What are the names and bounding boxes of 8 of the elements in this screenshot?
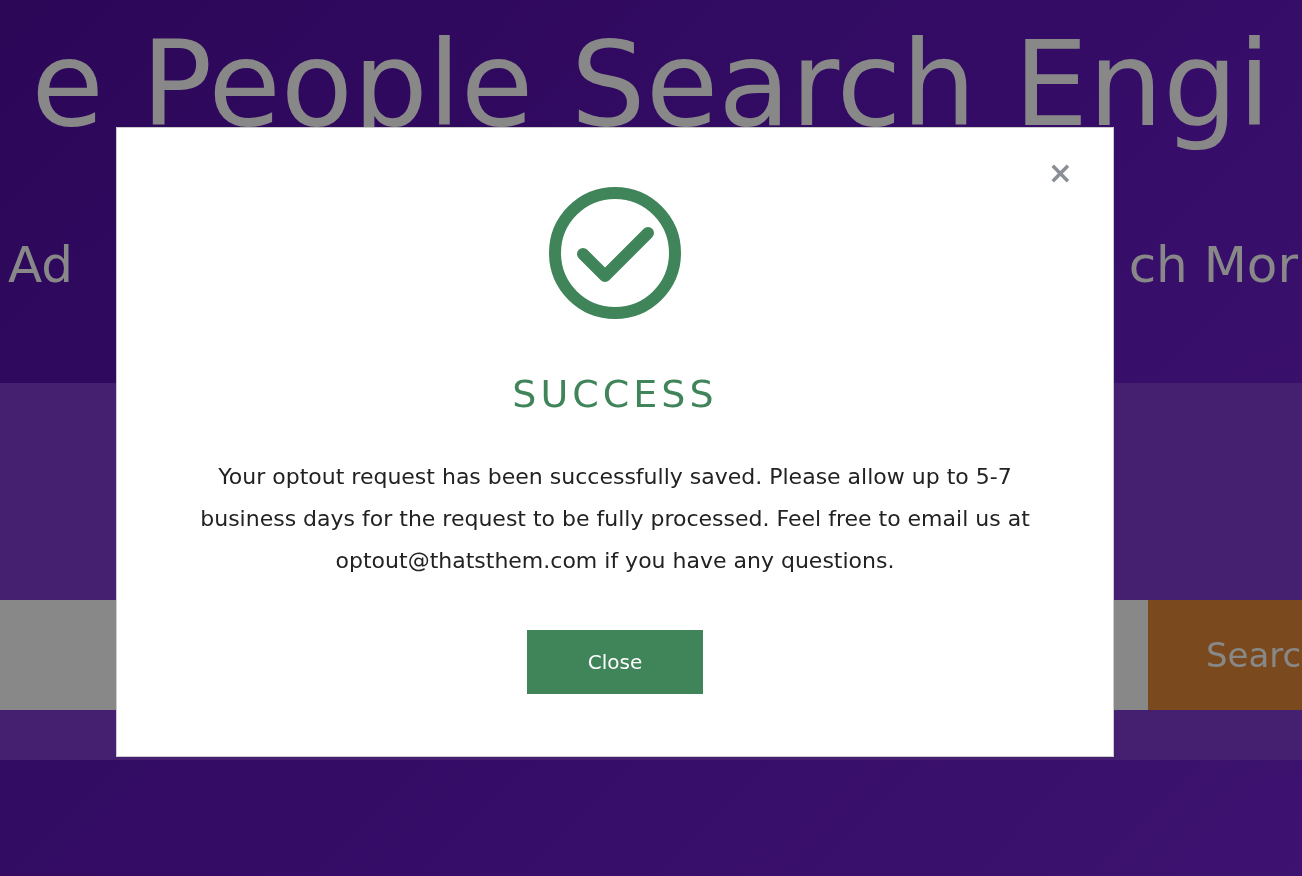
hero-subtitle: ch Mor [1128,238,1298,293]
search-button[interactable]: Searc [1148,600,1302,710]
check-circle-icon [548,186,682,320]
dialog-title: SUCCESS [512,372,718,416]
close-button[interactable]: Close [527,630,703,694]
dialog-message: Your optout request has been successfully saved. Please allow up to 5-7 business days for the request to be fully processed. Feel free to email us at optout@thatsthem.com if you have any questions. [199,463,1031,575]
hero-title: e People Search Engi [31,20,1271,150]
hero-subtitle: Ad [8,238,74,293]
